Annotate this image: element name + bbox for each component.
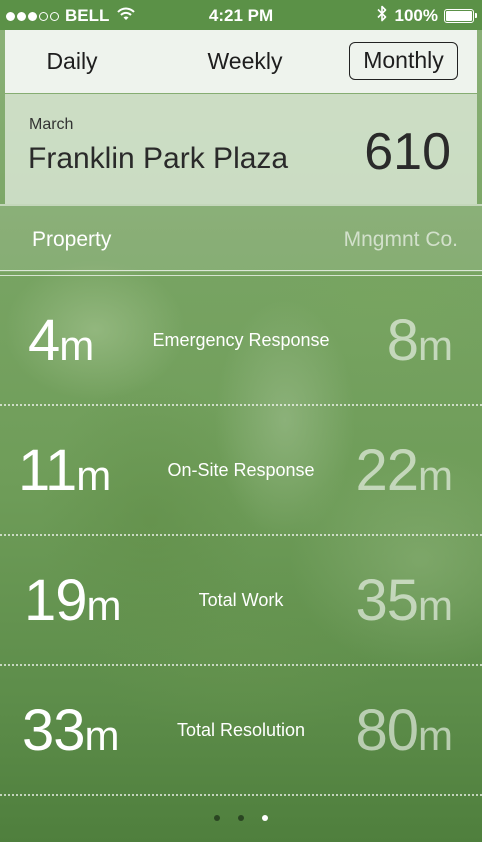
battery-percent: 100% bbox=[394, 6, 438, 25]
management-value: 80m bbox=[355, 696, 453, 771]
column-heading-management: Mngmnt Co. bbox=[343, 228, 458, 251]
management-value-number: 8 bbox=[386, 308, 419, 373]
management-value-unit: m bbox=[418, 582, 453, 629]
status-right: 100% bbox=[376, 5, 477, 27]
property-name: Franklin Park Plaza bbox=[28, 142, 289, 175]
metric-row: 4m Emergency Response 8m bbox=[0, 276, 482, 406]
column-heading-property: Property bbox=[32, 228, 112, 251]
header-month: March bbox=[29, 116, 74, 133]
bluetooth-icon bbox=[376, 5, 387, 27]
management-value-unit: m bbox=[418, 712, 453, 759]
property-score: 610 bbox=[364, 123, 451, 181]
management-value-unit: m bbox=[418, 452, 453, 499]
management-value-number: 80 bbox=[355, 698, 419, 763]
management-value: 35m bbox=[355, 566, 453, 641]
page-dot-active[interactable] bbox=[262, 815, 268, 821]
screen: BELL 4:21 PM 100% Daily Weekly Monthly M… bbox=[0, 0, 482, 842]
page-indicator[interactable] bbox=[0, 815, 482, 831]
period-tab-bar: Daily Weekly Monthly bbox=[5, 30, 477, 93]
property-header-card: March Franklin Park Plaza 610 bbox=[5, 94, 477, 204]
metric-row: 33m Total Resolution 80m bbox=[0, 666, 482, 796]
management-value-number: 35 bbox=[355, 568, 419, 633]
status-bar: BELL 4:21 PM 100% bbox=[0, 0, 482, 30]
battery-fill bbox=[446, 11, 472, 21]
battery-icon bbox=[444, 9, 477, 23]
management-value-unit: m bbox=[418, 322, 453, 369]
management-value: 22m bbox=[355, 436, 453, 511]
page-dot[interactable] bbox=[214, 815, 220, 821]
page-dot[interactable] bbox=[238, 815, 244, 821]
column-headings: Property Mngmnt Co. bbox=[0, 206, 482, 272]
metric-row: 11m On-Site Response 22m bbox=[0, 406, 482, 536]
management-value: 8m bbox=[386, 306, 453, 381]
metric-row: 19m Total Work 35m bbox=[0, 536, 482, 666]
management-value-number: 22 bbox=[355, 438, 419, 503]
tab-monthly[interactable]: Monthly bbox=[349, 42, 458, 80]
tab-daily[interactable]: Daily bbox=[27, 42, 117, 80]
tab-weekly[interactable]: Weekly bbox=[185, 42, 305, 80]
